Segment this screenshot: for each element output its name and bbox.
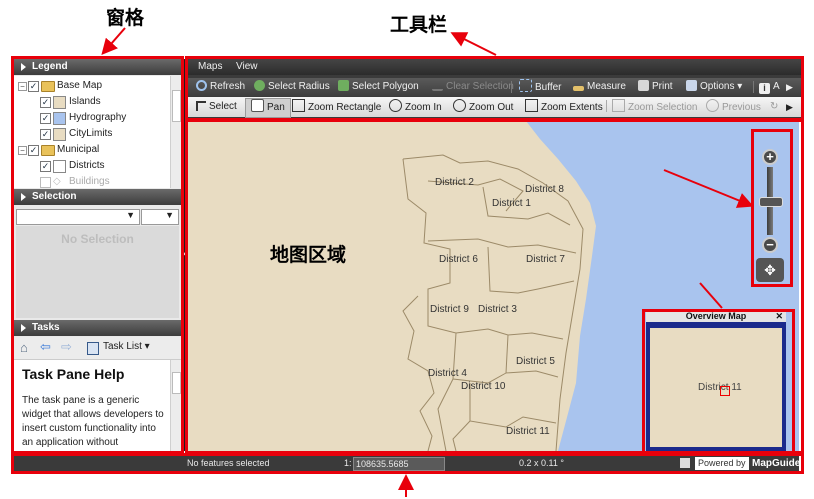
annotation-pane: 窗格: [106, 7, 145, 29]
floating-pane-highlight: [642, 309, 795, 454]
pane-highlight: [11, 56, 184, 454]
toolbar-highlight: [185, 56, 804, 121]
zoom-slider-highlight: [751, 129, 793, 287]
annotation-toolbar: 工具栏: [390, 14, 448, 36]
toolbar-arrow: [450, 32, 497, 56]
pane-arrow: [101, 27, 126, 56]
status-bar-highlight: [11, 453, 804, 474]
